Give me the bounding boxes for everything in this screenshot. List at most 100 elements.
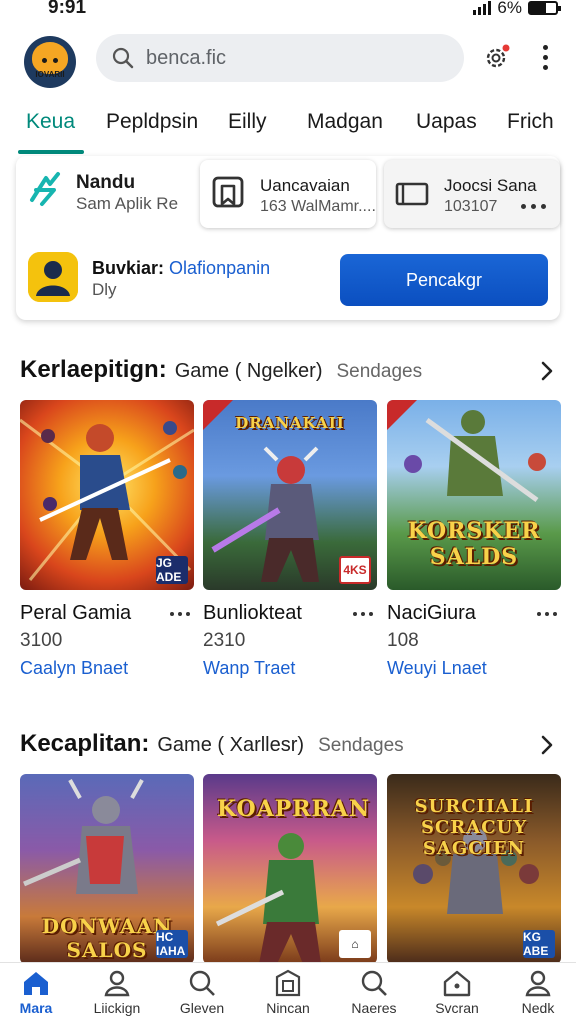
section-extra: Sendages	[318, 735, 404, 756]
bolt-icon	[30, 172, 60, 206]
gear-icon	[486, 44, 510, 68]
nav-label: Svcran	[435, 1000, 479, 1016]
game-name: Peral Gamia	[20, 602, 132, 624]
status-bar: 9:91 6%	[0, 0, 576, 22]
avatar[interactable]: IOVARII	[24, 36, 76, 88]
signal-icon	[473, 1, 492, 15]
promo-action-button[interactable]: Pencakgr	[340, 254, 548, 306]
featured-panel: Nandu Sam Aplik Re Uancavaian 163 WalMam…	[16, 156, 560, 320]
store-icon	[275, 969, 301, 997]
nav-item-nedk[interactable]: Nedk	[498, 969, 576, 1023]
game-card[interactable]: SURCIIALI SCRACUY SAGCIEN KG ABE	[387, 774, 561, 964]
nav-item-gleven[interactable]: Gleven	[162, 969, 242, 1023]
person-icon	[104, 970, 130, 997]
game-link[interactable]: Weuyi Lnaet	[387, 658, 487, 679]
game-link[interactable]: Caalyn Bnaet	[20, 658, 128, 679]
quick-card-subtitle: Sam Aplik Re	[76, 194, 179, 213]
game-card[interactable]: DONWAAN SALOS HC IAHA	[20, 774, 194, 964]
battery-percent: 6%	[497, 0, 522, 17]
app-header: IOVARII	[0, 30, 576, 90]
game-count: 2310	[203, 630, 246, 651]
nav-item-nincan[interactable]: Nincan	[248, 969, 328, 1023]
game-name: NaciGiura	[387, 602, 476, 624]
bottom-navigation: Mara Liickign Gleven Nincan Naeres Svcra…	[0, 962, 576, 1024]
game-artwork: JG ADE	[20, 400, 194, 590]
promo-title-accent: Olafionpanin	[169, 258, 271, 278]
quick-card-title: Uancavaian	[260, 176, 350, 195]
more-options-icon[interactable]	[170, 612, 190, 616]
nav-label: Gleven	[179, 1000, 225, 1016]
nav-item-liickign[interactable]: Liickign	[77, 969, 157, 1023]
section-title: Kerlaepitign:	[20, 356, 167, 383]
game-count: 108	[387, 630, 419, 651]
game-artwork: SURCIIALI SCRACUY SAGCIEN KG ABE	[387, 774, 561, 964]
game-title-art: KORSKER SALDS	[407, 518, 541, 570]
person-icon	[525, 970, 551, 997]
settings-button[interactable]	[482, 42, 512, 72]
game-artwork: DRANAKAII 4KS	[203, 400, 377, 590]
game-artwork: DONWAAN SALOS HC IAHA	[20, 774, 194, 964]
status-time: 9:91	[48, 0, 87, 18]
tab-eilly[interactable]: Eilly	[228, 110, 267, 134]
section-subtitle: Game ( Xarllesr)	[157, 734, 305, 756]
home-badge-icon: ⌂	[339, 930, 371, 958]
tab-uapas[interactable]: Uapas	[416, 110, 477, 134]
game-title-art: KOAPRRAN	[217, 796, 371, 822]
tab-madgan[interactable]: Madgan	[307, 110, 383, 134]
section-header[interactable]: Kecaplitan: Game ( Xarllesr) Sendages	[20, 730, 560, 760]
game-artwork: KOAPRRAN ⌂	[203, 774, 377, 964]
game-card[interactable]: DRANAKAII 4KS Bunliokteat 2310 Wanp Trae…	[203, 400, 377, 678]
quick-card-nandu[interactable]: Nandu Sam Aplik Re	[16, 156, 192, 236]
tab-keua[interactable]: Keua	[26, 110, 75, 134]
battery-icon	[528, 1, 561, 15]
home-icon	[24, 972, 48, 995]
section-subtitle: Game ( Ngelker)	[174, 360, 323, 382]
chevron-right-icon[interactable]	[540, 360, 554, 382]
game-card[interactable]: KORSKER SALDS NaciGiura 108 Weuyi Lnaet	[387, 400, 561, 678]
category-tabs: Keua Pepldpsin Eilly Madgan Uapas Frich	[0, 100, 576, 156]
tab-frich[interactable]: Frich	[507, 110, 554, 134]
nav-label: Nedk	[521, 1000, 555, 1016]
more-options-icon[interactable]	[537, 612, 557, 616]
game-card[interactable]: KOAPRRAN ⌂	[203, 774, 377, 964]
house-icon	[443, 970, 471, 997]
more-options-icon[interactable]	[353, 612, 373, 616]
quick-card-joocsi[interactable]: Joocsi Sana 103107	[384, 160, 560, 228]
section-header[interactable]: Kerlaepitign: Game ( Ngelker) Sendages	[20, 356, 560, 386]
nav-label: Liickign	[93, 1000, 141, 1016]
quick-card-subtitle: 163 WalMamr....	[260, 198, 376, 215]
nav-item-naeres[interactable]: Naeres	[334, 969, 414, 1023]
tab-indicator	[18, 150, 84, 154]
quick-card-title: Nandu	[76, 172, 136, 193]
chevron-right-icon[interactable]	[540, 734, 554, 756]
game-title-art: DRANAKAII	[235, 414, 345, 432]
search-bar[interactable]	[96, 34, 464, 82]
game-artwork: KORSKER SALDS	[387, 400, 561, 590]
game-name: Bunliokteat	[203, 602, 302, 624]
game-badge: JG ADE	[156, 556, 188, 584]
nav-item-svcran[interactable]: Svcran	[417, 969, 497, 1023]
search-input[interactable]	[146, 46, 446, 70]
section-title: Kecaplitan:	[20, 730, 150, 757]
quick-card-title: Joocsi Sana	[444, 176, 537, 195]
game-link[interactable]: Wanp Traet	[203, 658, 295, 679]
quick-card-subtitle: 103107	[444, 198, 498, 215]
more-options-icon[interactable]	[521, 204, 546, 209]
nav-label: Mara	[19, 1000, 53, 1016]
search-icon	[112, 47, 134, 69]
nav-label: Naeres	[351, 1000, 397, 1016]
more-menu-button[interactable]	[536, 42, 554, 72]
folder-icon	[395, 182, 429, 206]
search-icon	[189, 970, 215, 996]
game-card[interactable]: JG ADE Peral Gamia 3100 Caalyn Bnaet	[20, 400, 194, 678]
quick-card-uancavaian[interactable]: Uancavaian 163 WalMamr....	[200, 160, 376, 228]
game-badge: HC IAHA	[156, 930, 188, 958]
promo-app-icon	[28, 252, 78, 302]
nav-label: Nincan	[266, 1000, 310, 1016]
game-badge: 4KS	[339, 556, 371, 584]
section-extra: Sendages	[336, 361, 423, 382]
nav-item-mara[interactable]: Mara	[0, 969, 76, 1023]
search-icon	[361, 970, 387, 996]
tab-pepldpsin[interactable]: Pepldpsin	[106, 110, 198, 134]
game-badge: KG ABE	[523, 930, 555, 958]
